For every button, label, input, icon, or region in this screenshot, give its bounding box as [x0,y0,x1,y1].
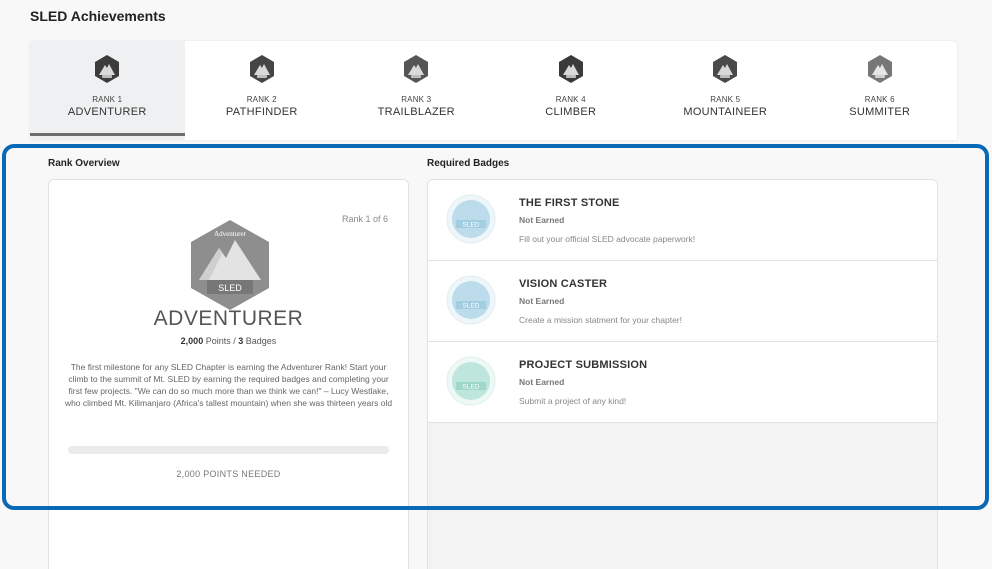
tab-rank-3[interactable]: RANK 3 TRAILBLAZER [339,41,494,140]
tab-rank-4[interactable]: RANK 4 CLIMBER [494,41,649,140]
rank-name: CLIMBER [545,106,597,118]
rank-number: RANK 1 [92,95,123,104]
badge-title: VISION CASTER [519,278,608,290]
rank-number: RANK 6 [864,95,895,104]
badge-title: THE FIRST STONE [519,197,620,209]
rank-title: ADVENTURER [153,307,304,330]
rank-requirements: 2,000 Points / 3 Badges [180,336,277,346]
rank-badge-icon [249,55,274,83]
badge-status: Not Earned [519,377,565,387]
svg-text:SLED: SLED [463,384,480,391]
svg-text:Adventurer: Adventurer [214,230,247,238]
rank-badge-icon [95,55,120,83]
rank-badge-icon [713,55,738,83]
badge-description: Fill out your official SLED advocate pap… [519,234,696,244]
badge-description: Submit a project of any kind! [519,396,627,406]
rank-description: The first milestone for any SLED Chapter… [64,362,393,408]
rank-badge-icon [867,55,892,83]
rank-number: RANK 4 [555,95,586,104]
rank-badge-icon [558,55,583,83]
badge-title: PROJECT SUBMISSION [519,359,648,371]
rank-number: RANK 3 [401,95,432,104]
rank-number: RANK 2 [246,95,277,104]
rank-position: Rank 1 of 6 [341,214,388,224]
badge-icon: SLED [446,275,496,325]
page-title: SLED Achievements [30,8,166,24]
tab-rank-1[interactable]: RANK 1 ADVENTURER [30,41,185,140]
badge-item[interactable]: SLED PROJECT SUBMISSION Not Earned Submi… [428,342,937,423]
svg-text:SLED: SLED [218,283,242,293]
rank-tabs: RANK 1 ADVENTURER RANK 2 PATHFINDER RANK… [30,41,957,140]
tab-rank-5[interactable]: RANK 5 MOUNTAINEER [648,41,803,140]
tab-rank-2[interactable]: RANK 2 PATHFINDER [185,41,340,140]
badge-icon: SLED [446,356,496,406]
adventurer-badge-icon: SLED Adventurer [191,220,269,310]
rank-overview-heading: Rank Overview [48,158,120,169]
points-needed: 2,000 POINTS NEEDED [176,469,281,479]
rank-name: ADVENTURER [67,106,147,118]
badge-status: Not Earned [519,296,565,306]
rank-name: TRAILBLAZER [377,106,455,118]
rank-number: RANK 5 [710,95,741,104]
rank-overview-card: Rank 1 of 6 SLED Adventurer ADVENTURER 2… [48,179,409,569]
svg-text:SLED: SLED [463,303,480,310]
badge-status: Not Earned [519,215,565,225]
rank-name: MOUNTAINEER [683,106,768,118]
badge-item[interactable]: SLED THE FIRST STONE Not Earned Fill out… [428,180,937,261]
badge-item[interactable]: SLED VISION CASTER Not Earned Create a m… [428,261,937,342]
required-badges-card: SLED THE FIRST STONE Not Earned Fill out… [427,179,938,569]
badge-icon: SLED [446,194,496,244]
rank-badge-icon [404,55,429,83]
svg-text:SLED: SLED [463,222,480,229]
required-badges-heading: Required Badges [427,158,510,169]
badge-description: Create a mission statment for your chapt… [519,315,682,325]
rank-name: PATHFINDER [225,106,298,118]
rank-name: SUMMITER [849,106,911,118]
rank-progress-bar [68,446,389,454]
tab-rank-6[interactable]: RANK 6 SUMMITER [803,41,958,140]
